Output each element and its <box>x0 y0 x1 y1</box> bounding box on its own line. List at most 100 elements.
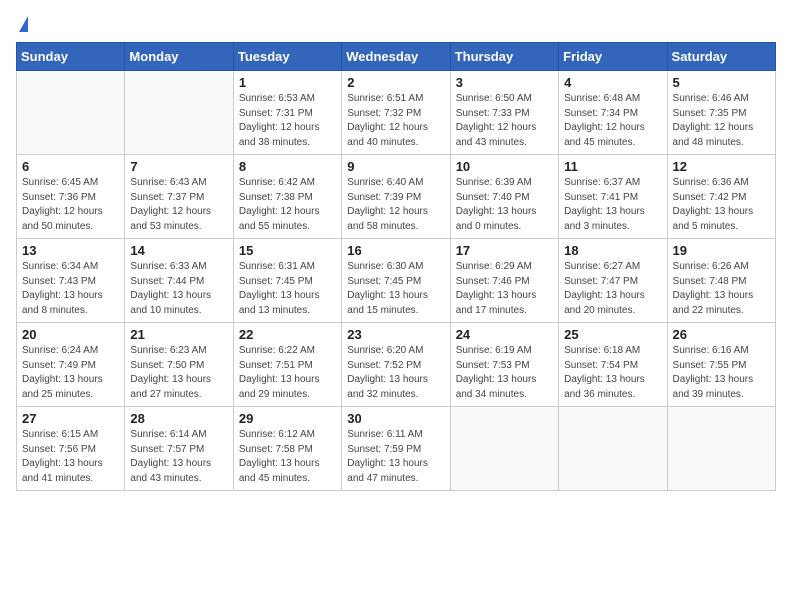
day-number: 17 <box>456 243 553 258</box>
day-info: Sunrise: 6:27 AM Sunset: 7:47 PM Dayligh… <box>564 260 661 318</box>
calendar-cell <box>17 71 125 155</box>
day-of-week-header: Saturday <box>667 43 775 71</box>
day-info: Sunrise: 6:46 AM Sunset: 7:35 PM Dayligh… <box>673 92 770 150</box>
day-number: 16 <box>347 243 444 258</box>
day-info: Sunrise: 6:31 AM Sunset: 7:45 PM Dayligh… <box>239 260 336 318</box>
day-info: Sunrise: 6:39 AM Sunset: 7:40 PM Dayligh… <box>456 176 553 234</box>
calendar-week-row: 6Sunrise: 6:45 AM Sunset: 7:36 PM Daylig… <box>17 155 776 239</box>
header <box>16 16 776 32</box>
day-number: 5 <box>673 75 770 90</box>
day-info: Sunrise: 6:14 AM Sunset: 7:57 PM Dayligh… <box>130 428 227 486</box>
day-number: 21 <box>130 327 227 342</box>
calendar-cell: 11 Sunrise: 6:37 AM Sunset: 7:41 PM Dayli… <box>559 155 667 239</box>
calendar-week-row: 1 Sunrise: 6:53 AM Sunset: 7:31 PM Daylig… <box>17 71 776 155</box>
calendar-cell: 23 Sunrise: 6:20 AM Sunset: 7:52 PM Dayli… <box>342 323 450 407</box>
logo <box>16 16 28 32</box>
calendar-cell: 24 Sunrise: 6:19 AM Sunset: 7:53 PM Dayli… <box>450 323 558 407</box>
day-number: 8 <box>239 159 336 174</box>
day-number: 22 <box>239 327 336 342</box>
calendar-cell: 18Sunrise: 6:27 AM Sunset: 7:47 PM Dayli… <box>559 239 667 323</box>
day-of-week-header: Thursday <box>450 43 558 71</box>
day-number: 11 <box>564 159 661 174</box>
calendar-cell: 8 Sunrise: 6:42 AM Sunset: 7:38 PM Daylig… <box>233 155 341 239</box>
day-info: Sunrise: 6:15 AM Sunset: 7:56 PM Dayligh… <box>22 428 119 486</box>
calendar-cell: 22 Sunrise: 6:22 AM Sunset: 7:51 PM Dayli… <box>233 323 341 407</box>
day-info: Sunrise: 6:22 AM Sunset: 7:51 PM Dayligh… <box>239 344 336 402</box>
day-of-week-header: Friday <box>559 43 667 71</box>
calendar-cell <box>125 71 233 155</box>
calendar-cell: 14 Sunrise: 6:33 AM Sunset: 7:44 PM Dayli… <box>125 239 233 323</box>
day-number: 19 <box>673 243 770 258</box>
day-number: 4 <box>564 75 661 90</box>
calendar-cell: 29 Sunrise: 6:12 AM Sunset: 7:58 PM Dayli… <box>233 407 341 491</box>
calendar-cell: 19Sunrise: 6:26 AM Sunset: 7:48 PM Dayli… <box>667 239 775 323</box>
day-info: Sunrise: 6:20 AM Sunset: 7:52 PM Dayligh… <box>347 344 444 402</box>
day-info: Sunrise: 6:34 AM Sunset: 7:43 PM Dayligh… <box>22 260 119 318</box>
day-number: 1 <box>239 75 336 90</box>
calendar-cell <box>450 407 558 491</box>
day-info: Sunrise: 6:16 AM Sunset: 7:55 PM Dayligh… <box>673 344 770 402</box>
calendar-cell: 6Sunrise: 6:45 AM Sunset: 7:36 PM Daylig… <box>17 155 125 239</box>
calendar-table: SundayMondayTuesdayWednesdayThursdayFrid… <box>16 42 776 491</box>
calendar-week-row: 27 Sunrise: 6:15 AM Sunset: 7:56 PM Dayli… <box>17 407 776 491</box>
day-number: 7 <box>130 159 227 174</box>
calendar-cell: 26 Sunrise: 6:16 AM Sunset: 7:55 PM Dayli… <box>667 323 775 407</box>
day-number: 30 <box>347 411 444 426</box>
calendar-cell <box>667 407 775 491</box>
calendar-cell: 17 Sunrise: 6:29 AM Sunset: 7:46 PM Dayli… <box>450 239 558 323</box>
calendar-cell: 10 Sunrise: 6:39 AM Sunset: 7:40 PM Dayli… <box>450 155 558 239</box>
day-info: Sunrise: 6:53 AM Sunset: 7:31 PM Dayligh… <box>239 92 336 150</box>
day-info: Sunrise: 6:12 AM Sunset: 7:58 PM Dayligh… <box>239 428 336 486</box>
day-number: 28 <box>130 411 227 426</box>
day-number: 10 <box>456 159 553 174</box>
day-of-week-header: Tuesday <box>233 43 341 71</box>
calendar-cell: 1 Sunrise: 6:53 AM Sunset: 7:31 PM Daylig… <box>233 71 341 155</box>
calendar-cell <box>559 407 667 491</box>
calendar-cell: 28 Sunrise: 6:14 AM Sunset: 7:57 PM Dayli… <box>125 407 233 491</box>
day-info: Sunrise: 6:37 AM Sunset: 7:41 PM Dayligh… <box>564 176 661 234</box>
calendar-cell: 27 Sunrise: 6:15 AM Sunset: 7:56 PM Dayli… <box>17 407 125 491</box>
calendar-cell: 21 Sunrise: 6:23 AM Sunset: 7:50 PM Dayli… <box>125 323 233 407</box>
day-of-week-header: Sunday <box>17 43 125 71</box>
calendar-cell: 25Sunrise: 6:18 AM Sunset: 7:54 PM Dayli… <box>559 323 667 407</box>
day-info: Sunrise: 6:18 AM Sunset: 7:54 PM Dayligh… <box>564 344 661 402</box>
day-number: 6 <box>22 159 119 174</box>
day-info: Sunrise: 6:50 AM Sunset: 7:33 PM Dayligh… <box>456 92 553 150</box>
day-number: 2 <box>347 75 444 90</box>
calendar-cell: 15Sunrise: 6:31 AM Sunset: 7:45 PM Dayli… <box>233 239 341 323</box>
day-info: Sunrise: 6:42 AM Sunset: 7:38 PM Dayligh… <box>239 176 336 234</box>
calendar-cell: 30 Sunrise: 6:11 AM Sunset: 7:59 PM Dayli… <box>342 407 450 491</box>
day-number: 13 <box>22 243 119 258</box>
calendar-cell: 12Sunrise: 6:36 AM Sunset: 7:42 PM Dayli… <box>667 155 775 239</box>
day-info: Sunrise: 6:11 AM Sunset: 7:59 PM Dayligh… <box>347 428 444 486</box>
calendar-cell: 16 Sunrise: 6:30 AM Sunset: 7:45 PM Dayli… <box>342 239 450 323</box>
day-info: Sunrise: 6:40 AM Sunset: 7:39 PM Dayligh… <box>347 176 444 234</box>
calendar-cell: 2 Sunrise: 6:51 AM Sunset: 7:32 PM Daylig… <box>342 71 450 155</box>
day-of-week-header: Wednesday <box>342 43 450 71</box>
calendar-week-row: 13 Sunrise: 6:34 AM Sunset: 7:43 PM Dayli… <box>17 239 776 323</box>
day-number: 27 <box>22 411 119 426</box>
day-info: Sunrise: 6:29 AM Sunset: 7:46 PM Dayligh… <box>456 260 553 318</box>
day-of-week-header: Monday <box>125 43 233 71</box>
day-number: 24 <box>456 327 553 342</box>
day-info: Sunrise: 6:51 AM Sunset: 7:32 PM Dayligh… <box>347 92 444 150</box>
calendar-cell: 9 Sunrise: 6:40 AM Sunset: 7:39 PM Daylig… <box>342 155 450 239</box>
day-number: 23 <box>347 327 444 342</box>
day-number: 26 <box>673 327 770 342</box>
day-info: Sunrise: 6:30 AM Sunset: 7:45 PM Dayligh… <box>347 260 444 318</box>
calendar-cell: 4 Sunrise: 6:48 AM Sunset: 7:34 PM Daylig… <box>559 71 667 155</box>
day-number: 14 <box>130 243 227 258</box>
calendar-cell: 20Sunrise: 6:24 AM Sunset: 7:49 PM Dayli… <box>17 323 125 407</box>
calendar-cell: 13 Sunrise: 6:34 AM Sunset: 7:43 PM Dayli… <box>17 239 125 323</box>
day-number: 3 <box>456 75 553 90</box>
day-info: Sunrise: 6:48 AM Sunset: 7:34 PM Dayligh… <box>564 92 661 150</box>
day-number: 29 <box>239 411 336 426</box>
day-info: Sunrise: 6:43 AM Sunset: 7:37 PM Dayligh… <box>130 176 227 234</box>
day-info: Sunrise: 6:23 AM Sunset: 7:50 PM Dayligh… <box>130 344 227 402</box>
day-number: 9 <box>347 159 444 174</box>
calendar-cell: 7 Sunrise: 6:43 AM Sunset: 7:37 PM Daylig… <box>125 155 233 239</box>
day-info: Sunrise: 6:36 AM Sunset: 7:42 PM Dayligh… <box>673 176 770 234</box>
day-info: Sunrise: 6:33 AM Sunset: 7:44 PM Dayligh… <box>130 260 227 318</box>
day-info: Sunrise: 6:19 AM Sunset: 7:53 PM Dayligh… <box>456 344 553 402</box>
calendar-cell: 3 Sunrise: 6:50 AM Sunset: 7:33 PM Daylig… <box>450 71 558 155</box>
